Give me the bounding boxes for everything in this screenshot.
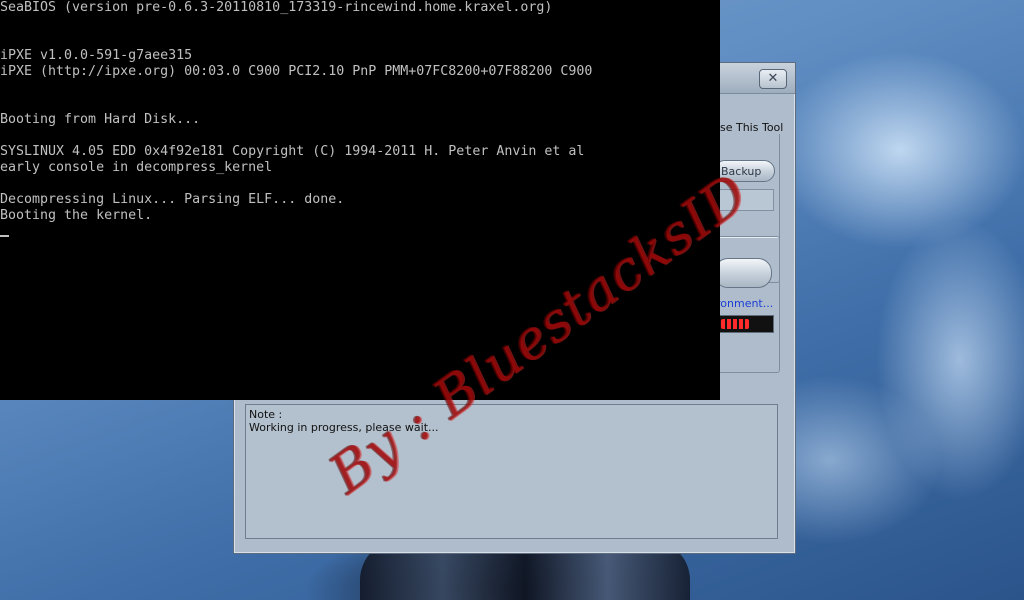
- console-line: iPXE v1.0.0-591-g7aee315: [0, 48, 193, 63]
- note-label: Note :: [249, 408, 283, 421]
- close-icon[interactable]: ✕: [759, 69, 787, 89]
- console-line: Decompressing Linux... Parsing ELF... do…: [0, 192, 345, 207]
- group-box-title: se This Tool: [718, 121, 786, 134]
- console-line: Booting from Hard Disk...: [0, 112, 201, 127]
- vm-console[interactable]: SeaBIOS (version pre-0.6.3-20110810_1733…: [0, 0, 720, 400]
- note-textarea[interactable]: Note : Working in progress, please wait.…: [245, 404, 778, 539]
- console-line: early console in decompress_kernel: [0, 160, 273, 175]
- console-line: SYSLINUX 4.05 EDD 0x4f92e181 Copyright (…: [0, 144, 585, 159]
- environment-link[interactable]: ronment...: [716, 297, 773, 310]
- console-line: SeaBIOS (version pre-0.6.3-20110810_1733…: [0, 0, 553, 15]
- progress-bar: [718, 315, 774, 333]
- text-cursor: [0, 235, 9, 237]
- action-button[interactable]: [714, 258, 772, 288]
- note-text: Working in progress, please wait...: [249, 421, 439, 434]
- console-line: Booting the kernel.: [0, 208, 153, 223]
- console-line: iPXE (http://ipxe.org) 00:03.0 C900 PCI2…: [0, 64, 593, 79]
- progress-bar-fill: [721, 319, 749, 329]
- console-cursor-line: [0, 224, 720, 240]
